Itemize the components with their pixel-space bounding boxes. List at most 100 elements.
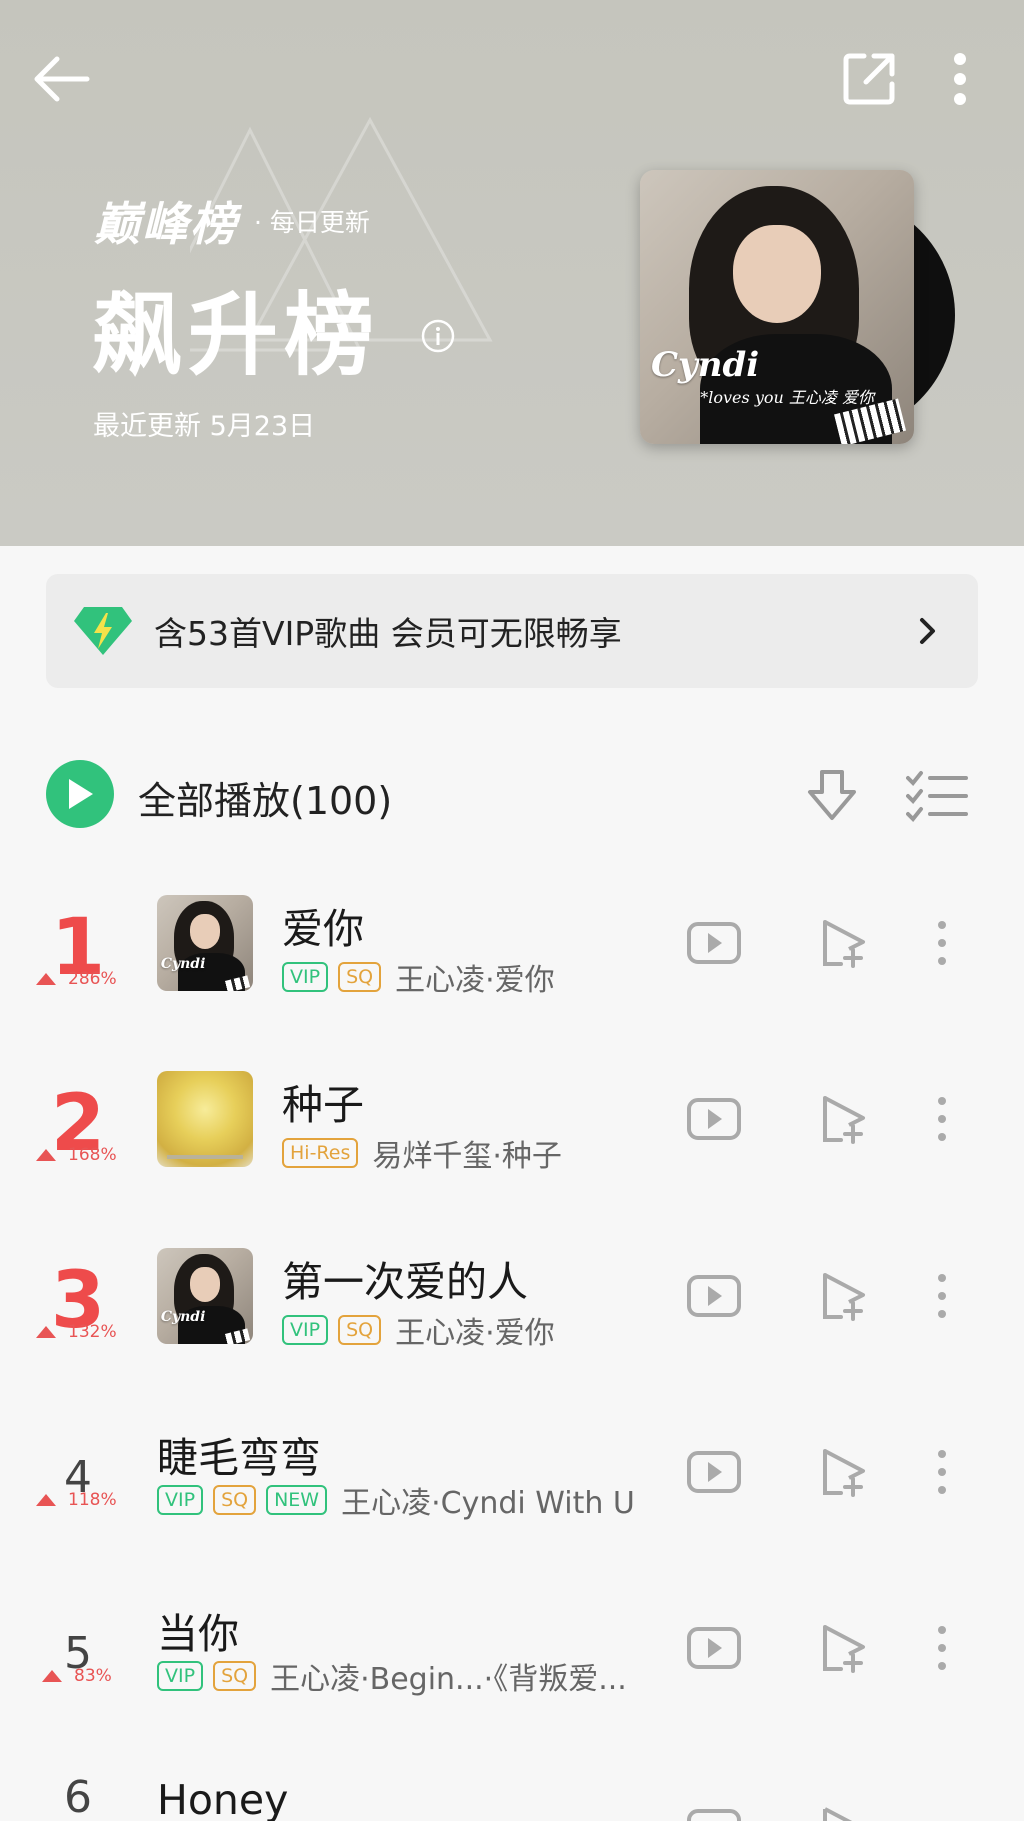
back-button[interactable] xyxy=(26,44,96,114)
brand-subtitle: · 每日更新 xyxy=(254,208,370,237)
play-mv-button[interactable] xyxy=(686,917,742,969)
play-all-button[interactable] xyxy=(46,760,114,828)
add-next-icon xyxy=(823,1096,865,1144)
song-row[interactable]: 3 132% Cyndi 第一次爱的人 VIP SQ 王心凌·爱你 xyxy=(0,1248,1024,1424)
add-next-icon xyxy=(823,1449,865,1497)
cover-logo: Cyndi xyxy=(160,1309,206,1326)
vip-banner-text: 含53首VIP歌曲 会员可无限畅享 xyxy=(154,614,622,653)
video-play-icon xyxy=(687,1627,741,1669)
trend-up-icon xyxy=(36,973,56,985)
song-more-button[interactable] xyxy=(930,1622,954,1674)
chevron-right-icon xyxy=(920,618,935,644)
add-next-icon xyxy=(823,1273,865,1321)
song-row[interactable]: 6 Honey xyxy=(0,1776,1024,1821)
play-mv-button[interactable] xyxy=(686,1093,742,1145)
song-artist-album: 王心凌·Cyndi With U xyxy=(341,1486,635,1521)
brand-row: 巅峰榜 · 每日更新 xyxy=(94,188,370,254)
trend-indicator: 286% xyxy=(36,969,117,989)
chart-header: 巅峰榜 · 每日更新 飙升榜 最近更新 5月23日 Cyndi *loves y… xyxy=(0,0,1024,546)
song-title: 第一次爱的人 xyxy=(282,1258,528,1306)
trend-indicator: 168% xyxy=(36,1145,117,1165)
song-meta: VIP SQ 王心凌·爱你 xyxy=(282,1308,555,1352)
update-date: 最近更新 5月23日 xyxy=(93,411,316,442)
trend-indicator: 132% xyxy=(36,1322,117,1342)
add-to-queue-button[interactable] xyxy=(816,1446,872,1498)
play-mv-button[interactable] xyxy=(686,1446,742,1498)
trend-percent: 168% xyxy=(68,1145,117,1165)
add-next-icon xyxy=(823,1625,865,1673)
song-title: 睫毛弯弯 xyxy=(157,1434,321,1482)
song-more-button[interactable] xyxy=(930,1270,954,1322)
song-meta: Hi-Res 易烊千玺·种子 xyxy=(282,1131,562,1175)
song-row[interactable]: 2 168% 种子 Hi-Res 易烊千玺·种子 xyxy=(0,1071,1024,1247)
add-to-queue-button[interactable] xyxy=(816,1804,872,1821)
video-play-icon xyxy=(687,1098,741,1140)
cover-logo-sub: *loves you 王心凌 爱你 xyxy=(700,387,874,407)
sq-badge: SQ xyxy=(213,1661,257,1691)
play-mv-button[interactable] xyxy=(686,1622,742,1674)
song-artist-album: 易烊千玺·种子 xyxy=(372,1139,562,1174)
video-play-icon xyxy=(687,1809,741,1821)
vip-badge: VIP xyxy=(282,1315,329,1345)
vip-banner[interactable]: 含53首VIP歌曲 会员可无限畅享 xyxy=(46,574,978,688)
song-artist-album: 王心凌·爱你 xyxy=(395,963,555,998)
share-icon xyxy=(843,53,895,105)
new-badge: NEW xyxy=(266,1485,328,1515)
info-icon[interactable] xyxy=(420,318,456,354)
song-cover xyxy=(157,1071,253,1167)
play-icon xyxy=(69,779,93,809)
trend-up-icon xyxy=(42,1670,62,1682)
play-mv-button[interactable] xyxy=(686,1804,742,1821)
cover-logo: Cyndi xyxy=(650,345,760,386)
play-mv-button[interactable] xyxy=(686,1270,742,1322)
video-play-icon xyxy=(687,1451,741,1493)
trend-indicator: 83% xyxy=(42,1666,112,1686)
multi-select-icon[interactable] xyxy=(906,770,968,822)
vip-badge: VIP xyxy=(157,1485,204,1515)
add-next-icon xyxy=(823,1807,853,1821)
more-options-button[interactable] xyxy=(930,44,990,114)
play-all-label[interactable]: 全部播放(100) xyxy=(138,770,392,825)
trend-up-icon xyxy=(36,1326,56,1338)
song-row[interactable]: 1 286% Cyndi 爱你 VIP SQ 王心凌·爱你 xyxy=(0,895,1024,1071)
song-title: Honey xyxy=(157,1776,289,1821)
trend-up-icon xyxy=(36,1494,56,1506)
vertical-dots-icon xyxy=(938,1450,946,1494)
cover-logo: Cyndi xyxy=(160,956,206,973)
add-to-queue-button[interactable] xyxy=(816,1093,872,1145)
song-cover: Cyndi xyxy=(157,1248,253,1344)
sq-badge: SQ xyxy=(213,1485,257,1515)
add-to-queue-button[interactable] xyxy=(816,1622,872,1674)
song-rank: 6 xyxy=(64,1776,92,1821)
vertical-dots-icon xyxy=(938,1097,946,1141)
song-row[interactable]: 5 83% 当你 VIP SQ 王心凌·Begin...·《背叛爱... xyxy=(0,1600,1024,1776)
sq-badge: SQ xyxy=(338,962,382,992)
song-meta: VIP SQ NEW 王心凌·Cyndi With U xyxy=(157,1478,635,1522)
vip-diamond-icon xyxy=(74,607,132,655)
song-title: 种子 xyxy=(282,1081,364,1129)
add-to-queue-button[interactable] xyxy=(816,917,872,969)
brand-name: 巅峰榜 xyxy=(94,197,238,251)
song-cover: Cyndi xyxy=(157,895,253,991)
song-more-button[interactable] xyxy=(930,1446,954,1498)
song-more-button[interactable] xyxy=(930,917,954,969)
download-icon[interactable] xyxy=(802,766,862,826)
hires-badge: Hi-Res xyxy=(282,1138,359,1168)
vertical-dots-icon xyxy=(954,53,966,105)
song-more-button[interactable] xyxy=(930,1093,954,1145)
song-meta: VIP SQ 王心凌·Begin...·《背叛爱... xyxy=(157,1654,627,1698)
trend-percent: 286% xyxy=(68,969,117,989)
share-button[interactable] xyxy=(834,44,904,114)
add-to-queue-button[interactable] xyxy=(816,1270,872,1322)
song-meta: VIP SQ 王心凌·爱你 xyxy=(282,955,555,999)
sq-badge: SQ xyxy=(338,1315,382,1345)
trend-percent: 83% xyxy=(74,1666,112,1686)
chart-cover-image: Cyndi *loves you 王心凌 爱你 xyxy=(640,170,914,444)
video-play-icon xyxy=(687,922,741,964)
back-arrow-icon xyxy=(34,56,90,102)
add-next-icon xyxy=(823,920,865,968)
song-row[interactable]: 4 118% 睫毛弯弯 VIP SQ NEW 王心凌·Cyndi With U xyxy=(0,1424,1024,1600)
song-title: 爱你 xyxy=(282,905,364,953)
vip-badge: VIP xyxy=(282,962,329,992)
vertical-dots-icon xyxy=(938,1274,946,1318)
